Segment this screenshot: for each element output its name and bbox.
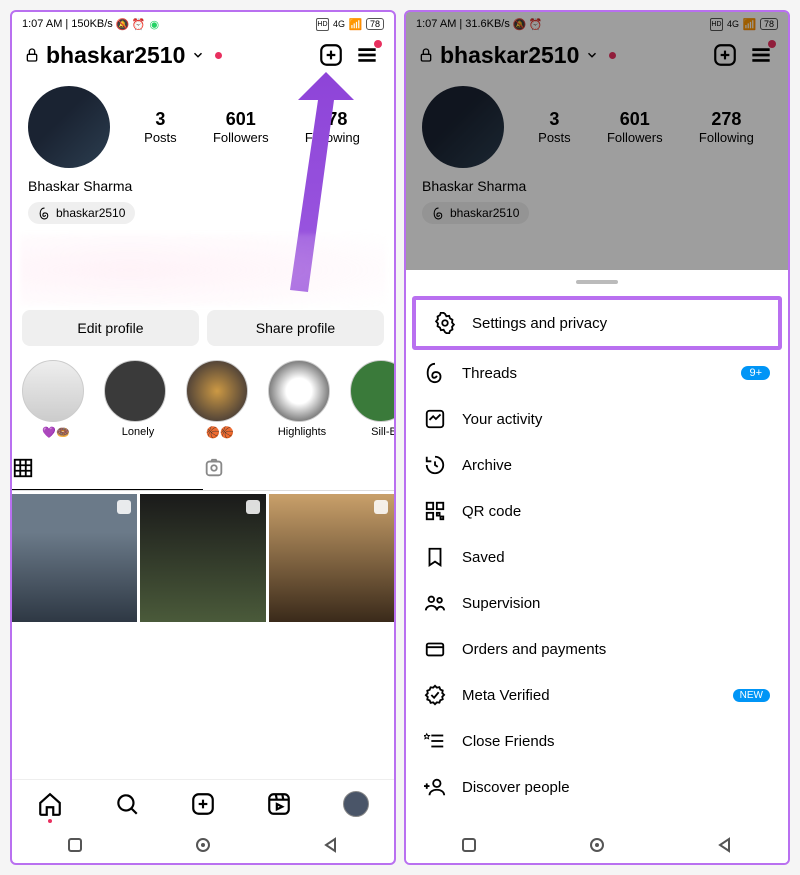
nav-home[interactable] (37, 791, 63, 817)
post-thumbnail[interactable] (12, 494, 137, 622)
bottom-nav (12, 779, 394, 827)
threads-handle: bhaskar2510 (56, 206, 125, 220)
menu-label: Archive (462, 457, 512, 474)
gear-icon (434, 312, 456, 334)
post-thumbnail[interactable] (140, 494, 265, 622)
archive-icon (424, 454, 446, 476)
qr-icon (424, 500, 446, 522)
menu-notification-dot (374, 40, 382, 48)
menu-label: Meta Verified (462, 687, 550, 704)
activity-icon (424, 408, 446, 430)
menu-label: QR code (462, 503, 521, 520)
alarm-icon: ⏰ (132, 18, 145, 31)
threads-icon (424, 362, 446, 384)
network-label: 4G (333, 19, 345, 29)
nav-profile[interactable] (343, 791, 369, 817)
menu-orders[interactable]: Orders and payments (406, 626, 788, 672)
menu-label: Discover people (462, 779, 570, 796)
system-nav (12, 827, 394, 863)
menu-supervision[interactable]: Supervision (406, 580, 788, 626)
dnd-icon: 🔕 (116, 18, 129, 31)
netspeed-label: 150KB/s (71, 18, 113, 30)
bottom-sheet: Settings and privacy Threads 9+ Your act… (406, 270, 788, 827)
menu-button[interactable] (352, 40, 382, 70)
badge-new: NEW (733, 689, 770, 702)
highlight-item[interactable]: 💜🍩 (22, 360, 90, 439)
create-button[interactable] (316, 40, 346, 70)
menu-label: Settings and privacy (472, 315, 607, 332)
time-label: 1:07 AM (22, 18, 62, 30)
edit-profile-button[interactable]: Edit profile (22, 310, 199, 346)
menu-label: Close Friends (462, 733, 555, 750)
menu-label: Orders and payments (462, 641, 606, 658)
menu-threads[interactable]: Threads 9+ (406, 350, 788, 396)
threads-icon (38, 207, 51, 220)
profile-avatar[interactable] (28, 86, 110, 168)
menu-label: Supervision (462, 595, 540, 612)
multi-post-icon (374, 500, 388, 514)
menu-label: Saved (462, 549, 505, 566)
nav-create[interactable] (190, 791, 216, 817)
sys-back[interactable] (717, 837, 733, 853)
card-icon (424, 638, 446, 660)
menu-activity[interactable]: Your activity (406, 396, 788, 442)
hd-icon: HD (316, 18, 329, 31)
notification-dot (215, 52, 222, 59)
battery-indicator: 78 (366, 18, 384, 30)
verified-icon (424, 684, 446, 706)
stat-posts[interactable]: 3Posts (144, 109, 177, 145)
tab-grid[interactable] (12, 447, 203, 490)
lock-icon (24, 47, 40, 63)
stat-following[interactable]: 278Following (305, 109, 360, 145)
sheet-handle[interactable] (576, 280, 618, 284)
highlight-item[interactable]: Lonely (104, 360, 172, 439)
menu-saved[interactable]: Saved (406, 534, 788, 580)
bio-blurred (20, 234, 386, 306)
nav-reels[interactable] (266, 791, 292, 817)
username-dropdown[interactable]: bhaskar2510 (46, 42, 185, 69)
menu-qr[interactable]: QR code (406, 488, 788, 534)
sys-home[interactable] (588, 836, 606, 854)
modal-scrim[interactable] (406, 12, 788, 270)
tab-tagged[interactable] (203, 447, 394, 490)
nav-search[interactable] (114, 791, 140, 817)
chevron-down-icon[interactable] (191, 48, 205, 62)
badge-count: 9+ (741, 366, 770, 380)
supervision-icon (424, 592, 446, 614)
sys-back[interactable] (323, 837, 339, 853)
menu-label: Your activity (462, 411, 542, 428)
system-nav (406, 827, 788, 863)
sys-recent[interactable] (67, 837, 83, 853)
screenshot-right: 1:07 AM| 31.6KB/s 🔕 ⏰ HD 4G 📶 78 bhaskar… (404, 10, 790, 865)
highlights-row[interactable]: 💜🍩 Lonely 🏀🏀 Highlights Sill-B (12, 346, 394, 447)
menu-close-friends[interactable]: Close Friends (406, 718, 788, 764)
sys-home[interactable] (194, 836, 212, 854)
sys-recent[interactable] (461, 837, 477, 853)
menu-discover[interactable]: Discover people (406, 764, 788, 810)
status-bar: 1:07 AM | 150KB/s 🔕 ⏰ ◉ HD 4G 📶 78 (12, 12, 394, 36)
post-thumbnail[interactable] (269, 494, 394, 622)
menu-meta-verified[interactable]: Meta Verified NEW (406, 672, 788, 718)
stat-followers[interactable]: 601Followers (213, 109, 269, 145)
threads-badge[interactable]: bhaskar2510 (28, 202, 135, 224)
screenshot-left: 1:07 AM | 150KB/s 🔕 ⏰ ◉ HD 4G 📶 78 bhask… (10, 10, 396, 865)
bookmark-icon (424, 546, 446, 568)
highlight-item[interactable]: Highlights (268, 360, 336, 439)
highlight-item[interactable]: Sill-B (350, 360, 394, 439)
menu-archive[interactable]: Archive (406, 442, 788, 488)
multi-post-icon (246, 500, 260, 514)
menu-settings-privacy[interactable]: Settings and privacy (416, 300, 778, 346)
signal-icon: 📶 (349, 18, 362, 31)
menu-label: Threads (462, 365, 517, 382)
highlight-item[interactable]: 🏀🏀 (186, 360, 254, 439)
whatsapp-icon: ◉ (148, 18, 161, 31)
display-name: Bhaskar Sharma (12, 176, 394, 196)
list-star-icon (424, 730, 446, 752)
multi-post-icon (117, 500, 131, 514)
share-profile-button[interactable]: Share profile (207, 310, 384, 346)
add-person-icon (424, 776, 446, 798)
